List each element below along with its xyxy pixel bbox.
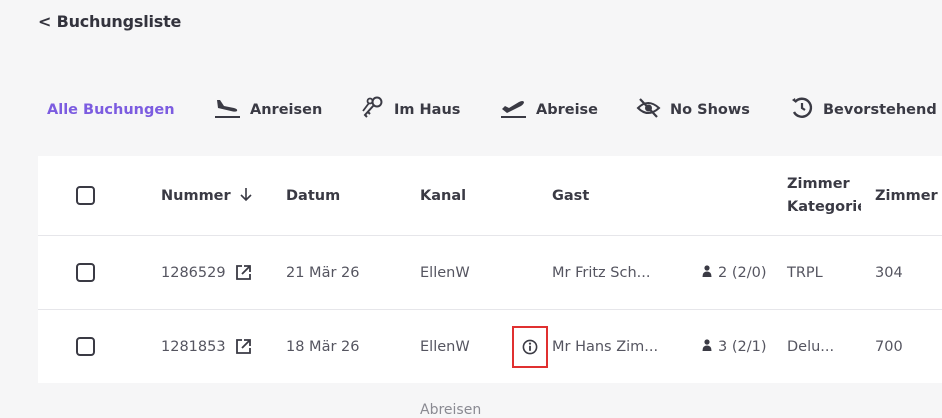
guest-count: 3 (2/1)	[718, 338, 767, 355]
tab-label: Anreisen	[250, 102, 323, 118]
info-icon[interactable]	[512, 326, 548, 368]
channel-cell: EllenW	[420, 338, 470, 355]
back-link[interactable]: < Buchungsliste	[38, 12, 181, 31]
select-all-cell	[76, 156, 95, 235]
booking-number: 1286529	[161, 264, 226, 281]
guest-count: 2 (2/0)	[718, 264, 767, 281]
room-cell: 700	[875, 338, 903, 355]
clock-history-icon	[790, 96, 814, 124]
column-header-datum[interactable]: Datum	[286, 156, 340, 235]
column-header-zimmer-kategorie[interactable]: Zimmer Kategorie	[787, 156, 861, 235]
column-header-zimmer[interactable]: Zimmer	[875, 156, 938, 235]
booking-number: 1281853	[161, 338, 226, 355]
arrow-down-icon	[239, 186, 253, 206]
column-label: Gast	[552, 187, 590, 204]
external-link-icon[interactable]	[235, 338, 252, 355]
tab-no-shows[interactable]: No Shows	[636, 96, 750, 124]
table-row[interactable]: 1286529 21 Mär 26 EllenW Mr Fritz Sch...…	[38, 236, 942, 310]
tab-im-haus[interactable]: Im Haus	[359, 96, 460, 124]
room-category-cell: TRPL	[787, 264, 823, 281]
column-header-nummer[interactable]: Nummer	[161, 156, 253, 235]
guest-count-cell: 3 (2/1)	[702, 310, 766, 383]
table-row[interactable]: 1281853 18 Mär 26 EllenW Mr Hans Zim...	[38, 310, 942, 383]
tab-label: Bevorstehend	[823, 102, 937, 118]
column-label: Nummer	[161, 187, 231, 204]
plane-landing-icon	[214, 96, 241, 124]
column-label: Datum	[286, 187, 341, 204]
person-icon	[702, 264, 712, 281]
booking-number-cell: 1286529	[161, 236, 252, 309]
date-cell: 18 Mär 26	[286, 338, 360, 355]
footer-label: Abreisen	[420, 402, 482, 418]
guest-name-cell: Mr Fritz Sch...	[552, 264, 651, 281]
tab-label: Im Haus	[394, 102, 461, 118]
room-cell: 304	[875, 264, 903, 281]
guest-count-cell: 2 (2/0)	[702, 236, 766, 309]
row-checkbox[interactable]	[76, 337, 95, 356]
channel-cell: EllenW	[420, 264, 470, 281]
row-checkbox[interactable]	[76, 263, 95, 282]
column-label: Zimmer Kategorie	[787, 175, 861, 215]
row-select-cell	[76, 310, 95, 383]
date-cell: 21 Mär 26	[286, 264, 360, 281]
column-label: Kanal	[420, 187, 467, 204]
tab-anreisen[interactable]: Anreisen	[214, 96, 322, 124]
tab-alle-buchungen[interactable]: Alle Buchungen	[47, 96, 175, 124]
tab-label: Alle Buchungen	[47, 102, 175, 118]
tab-label: Abreise	[536, 102, 599, 118]
keys-icon	[359, 96, 385, 124]
person-icon	[702, 338, 712, 355]
tab-label: No Shows	[670, 102, 750, 118]
table-header: Nummer Datum Kanal Gast Zimmer Kategorie…	[38, 156, 942, 236]
column-header-gast[interactable]: Gast	[552, 156, 589, 235]
row-select-cell	[76, 236, 95, 309]
booking-number-cell: 1281853	[161, 310, 252, 383]
select-all-checkbox[interactable]	[76, 186, 95, 205]
external-link-icon[interactable]	[235, 264, 252, 281]
tab-abreise[interactable]: Abreise	[500, 96, 598, 124]
bookings-table: Nummer Datum Kanal Gast Zimmer Kategorie…	[38, 156, 942, 383]
guest-name-cell: Mr Hans Zim...	[552, 338, 659, 355]
column-header-kanal[interactable]: Kanal	[420, 156, 466, 235]
column-label: Zimmer	[875, 187, 938, 204]
eye-slash-icon	[636, 96, 661, 124]
plane-departure-icon	[500, 96, 527, 124]
room-category-cell: Delu...	[787, 338, 835, 355]
tab-bevorstehend[interactable]: Bevorstehend	[790, 96, 937, 124]
